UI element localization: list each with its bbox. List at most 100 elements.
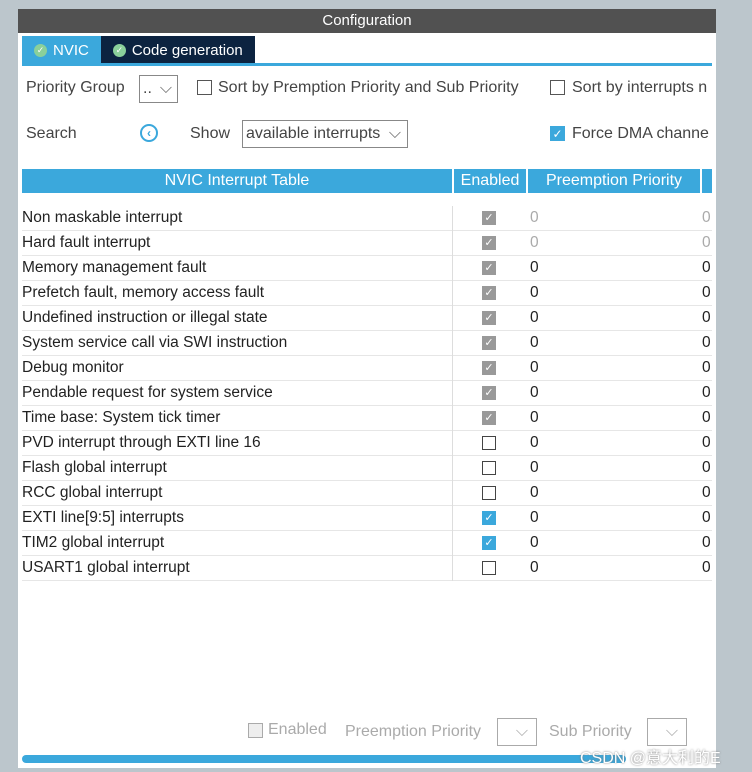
table-row[interactable]: Pendable request for system service ✓ 0 … bbox=[22, 381, 712, 406]
preemption-priority[interactable]: 0 bbox=[530, 409, 539, 427]
interrupt-name: Prefetch fault, memory access fault bbox=[22, 284, 265, 301]
table-row[interactable]: Flash global interrupt 0 0 bbox=[22, 456, 712, 481]
sub-priority[interactable]: 0 bbox=[702, 484, 711, 502]
interrupt-name: Debug monitor bbox=[22, 359, 124, 376]
tab-nvic[interactable]: ✓ NVIC bbox=[22, 36, 101, 64]
sub-priority[interactable]: 0 bbox=[702, 559, 711, 577]
column-divider bbox=[452, 281, 453, 306]
column-divider bbox=[452, 231, 453, 256]
preemption-priority[interactable]: 0 bbox=[530, 509, 539, 527]
preemption-priority[interactable]: 0 bbox=[530, 534, 539, 552]
sub-priority[interactable]: 0 bbox=[702, 359, 711, 377]
interrupt-name: Memory management fault bbox=[22, 259, 207, 276]
interrupt-name: Pendable request for system service bbox=[22, 384, 273, 401]
preemption-priority[interactable]: 0 bbox=[530, 484, 539, 502]
preemption-priority[interactable]: 0 bbox=[530, 284, 539, 302]
header-sub-priority[interactable] bbox=[702, 169, 712, 193]
sub-priority[interactable]: 0 bbox=[702, 434, 711, 452]
enabled-checkbox: ✓ bbox=[482, 361, 496, 375]
tab-code-generation[interactable]: ✓ Code generation bbox=[100, 36, 255, 64]
interrupt-name: RCC global interrupt bbox=[22, 484, 163, 501]
sub-priority[interactable]: 0 bbox=[702, 459, 711, 477]
table-row[interactable]: PVD interrupt through EXTI line 16 0 0 bbox=[22, 431, 712, 456]
chevron-down-icon: ⌵ bbox=[388, 125, 401, 142]
preemption-priority[interactable]: 0 bbox=[530, 209, 539, 227]
nvic-config: ✓ NVIC ✓ Code generation Priority Group ..… bbox=[18, 33, 716, 768]
chevron-down-icon: ⌵ bbox=[665, 723, 678, 740]
header-interrupt-table[interactable]: NVIC Interrupt Table bbox=[22, 169, 452, 193]
show-value: available interrupts bbox=[246, 125, 381, 142]
footer-sub-select[interactable]: ⌵ bbox=[647, 718, 687, 746]
header-preemption[interactable]: Preemption Priority bbox=[528, 169, 700, 193]
column-divider bbox=[452, 306, 453, 331]
column-divider bbox=[452, 406, 453, 431]
column-divider bbox=[452, 531, 453, 556]
sort-premption-label: Sort by Premption Priority and Sub Prior… bbox=[218, 79, 519, 96]
horizontal-scrollbar[interactable] bbox=[22, 755, 626, 763]
window-title: Configuration bbox=[18, 9, 716, 33]
table-row[interactable]: Undefined instruction or illegal state ✓… bbox=[22, 306, 712, 331]
table-row[interactable]: TIM2 global interrupt ✓ 0 0 bbox=[22, 531, 712, 556]
preemption-priority[interactable]: 0 bbox=[530, 434, 539, 452]
table-row[interactable]: Memory management fault ✓ 0 0 bbox=[22, 256, 712, 281]
chevron-down-icon: ⌵ bbox=[515, 723, 528, 740]
preemption-priority[interactable]: 0 bbox=[530, 559, 539, 577]
interrupt-name: System service call via SWI instruction bbox=[22, 334, 288, 351]
sub-priority[interactable]: 0 bbox=[702, 234, 711, 252]
column-divider bbox=[452, 206, 453, 231]
show-label: Show bbox=[190, 125, 231, 142]
sub-priority[interactable]: 0 bbox=[702, 509, 711, 527]
column-divider bbox=[452, 481, 453, 506]
watermark: CSDN @意大利的E bbox=[580, 750, 721, 767]
sub-priority[interactable]: 0 bbox=[702, 384, 711, 402]
enabled-checkbox: ✓ bbox=[482, 211, 496, 225]
priority-group-select[interactable]: .. ⌵ bbox=[139, 75, 178, 103]
column-divider bbox=[452, 431, 453, 456]
table-row[interactable]: Non maskable interrupt ✓ 0 0 bbox=[22, 206, 712, 231]
sort-premption-checkbox[interactable] bbox=[197, 80, 212, 95]
search-back-icon[interactable]: ‹ bbox=[140, 124, 158, 142]
sub-priority[interactable]: 0 bbox=[702, 259, 711, 277]
interrupt-name: Hard fault interrupt bbox=[22, 234, 151, 251]
table-row[interactable]: Debug monitor ✓ 0 0 bbox=[22, 356, 712, 381]
interrupt-name: TIM2 global interrupt bbox=[22, 534, 165, 551]
table-row[interactable]: USART1 global interrupt 0 0 bbox=[22, 556, 712, 581]
sub-priority[interactable]: 0 bbox=[702, 409, 711, 427]
show-select[interactable]: available interrupts ⌵ bbox=[242, 120, 408, 148]
sub-priority[interactable]: 0 bbox=[702, 534, 711, 552]
footer-preemption-select[interactable]: ⌵ bbox=[497, 718, 537, 746]
table-row[interactable]: RCC global interrupt 0 0 bbox=[22, 481, 712, 506]
sort-interrupts-checkbox[interactable] bbox=[550, 80, 565, 95]
enabled-checkbox[interactable] bbox=[482, 461, 496, 475]
header-enabled[interactable]: Enabled bbox=[454, 169, 526, 193]
preemption-priority[interactable]: 0 bbox=[530, 309, 539, 327]
column-divider bbox=[452, 256, 453, 281]
priority-group-value: .. bbox=[143, 80, 152, 97]
tab-underline bbox=[22, 63, 712, 66]
table-row[interactable]: EXTI line[9:5] interrupts ✓ 0 0 bbox=[22, 506, 712, 531]
table-row[interactable]: Time base: System tick timer ✓ 0 0 bbox=[22, 406, 712, 431]
table-row[interactable]: Prefetch fault, memory access fault ✓ 0 … bbox=[22, 281, 712, 306]
sub-priority[interactable]: 0 bbox=[702, 309, 711, 327]
enabled-checkbox[interactable]: ✓ bbox=[482, 511, 496, 525]
force-dma-checkbox[interactable]: ✓ bbox=[550, 126, 565, 141]
sub-priority[interactable]: 0 bbox=[702, 284, 711, 302]
enabled-checkbox[interactable] bbox=[482, 486, 496, 500]
enabled-checkbox[interactable]: ✓ bbox=[482, 536, 496, 550]
footer-enabled-checkbox[interactable] bbox=[248, 723, 263, 738]
sub-priority[interactable]: 0 bbox=[702, 334, 711, 352]
footer-sub-label: Sub Priority bbox=[549, 723, 632, 740]
preemption-priority[interactable]: 0 bbox=[530, 359, 539, 377]
table-row[interactable]: System service call via SWI instruction … bbox=[22, 331, 712, 356]
preemption-priority[interactable]: 0 bbox=[530, 334, 539, 352]
enabled-checkbox[interactable] bbox=[482, 561, 496, 575]
column-divider bbox=[452, 381, 453, 406]
enabled-checkbox[interactable] bbox=[482, 436, 496, 450]
table-row[interactable]: Hard fault interrupt ✓ 0 0 bbox=[22, 231, 712, 256]
sub-priority[interactable]: 0 bbox=[702, 209, 711, 227]
preemption-priority[interactable]: 0 bbox=[530, 234, 539, 252]
preemption-priority[interactable]: 0 bbox=[530, 259, 539, 277]
interrupt-name: USART1 global interrupt bbox=[22, 559, 190, 576]
preemption-priority[interactable]: 0 bbox=[530, 384, 539, 402]
preemption-priority[interactable]: 0 bbox=[530, 459, 539, 477]
